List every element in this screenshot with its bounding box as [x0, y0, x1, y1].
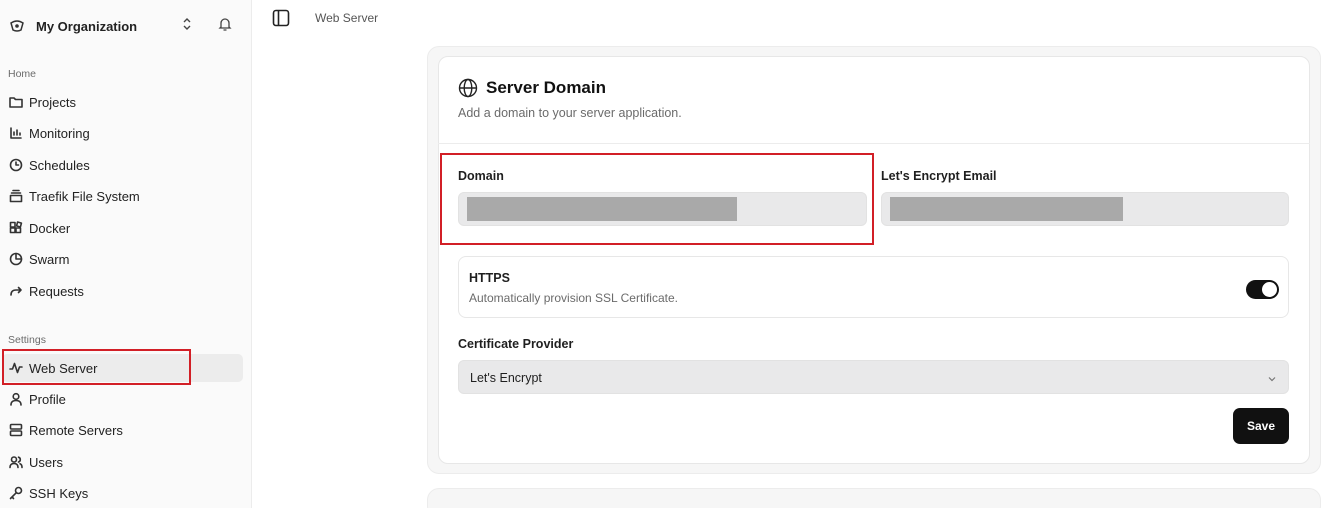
email-input[interactable]	[881, 192, 1289, 226]
https-setting	[458, 256, 1289, 318]
certificate-provider-label: Certificate Provider	[458, 337, 574, 351]
sidebar-item-label: SSH Keys	[29, 485, 89, 501]
redacted-value	[890, 197, 1123, 221]
sidebar-item-label: Docker	[29, 220, 71, 236]
sidebar-item-users[interactable]: Users	[2, 448, 243, 476]
users-icon	[8, 455, 23, 470]
sidebar-item-label: Remote Servers	[29, 422, 123, 438]
sidebar-item-label: Monitoring	[29, 125, 90, 141]
org-switcher[interactable]: My Organization	[8, 12, 244, 40]
card-description: Add a domain to your server application.	[458, 106, 682, 120]
chevron-down-icon	[1266, 372, 1278, 384]
sidebar-item-requests[interactable]: Requests	[2, 277, 243, 305]
sidebar-item-label: Projects	[29, 94, 76, 110]
next-card	[427, 488, 1321, 508]
card-divider	[438, 143, 1310, 144]
sidebar-toggle-icon[interactable]	[272, 9, 290, 27]
chevron-up-down-icon[interactable]	[182, 17, 198, 35]
arrow-icon	[8, 284, 23, 299]
sidebar-item-swarm[interactable]: Swarm	[2, 245, 243, 273]
highlight-box-web-server	[2, 349, 191, 385]
clock-icon	[8, 158, 23, 173]
https-toggle[interactable]	[1246, 280, 1279, 299]
key-icon	[8, 486, 23, 501]
sidebar-item-label: Users	[29, 454, 63, 470]
sidebar-item-label: Profile	[29, 391, 66, 407]
docker-icon	[8, 221, 23, 236]
sidebar-item-docker[interactable]: Docker	[2, 214, 243, 242]
certificate-provider-value: Let's Encrypt	[470, 371, 542, 385]
org-name: My Organization	[36, 18, 138, 34]
sidebar: My Organization Home Projects Monitoring…	[0, 0, 252, 508]
org-logo-icon	[8, 17, 26, 35]
card-title: Server Domain	[458, 78, 606, 98]
swarm-icon	[8, 252, 23, 267]
sidebar-item-ssh-keys[interactable]: SSH Keys	[2, 479, 243, 507]
breadcrumb: Web Server	[315, 11, 379, 25]
sidebar-item-traefik-file-system[interactable]: Traefik File System	[2, 182, 243, 210]
sidebar-item-schedules[interactable]: Schedules	[2, 151, 243, 179]
file-system-icon	[8, 189, 23, 204]
section-label-settings: Settings	[8, 334, 46, 346]
user-icon	[8, 392, 23, 407]
server-icon	[8, 423, 23, 438]
sidebar-item-label: Swarm	[29, 251, 70, 267]
sidebar-item-projects[interactable]: Projects	[2, 88, 243, 116]
https-description: Automatically provision SSL Certificate.	[469, 291, 678, 305]
sidebar-item-profile[interactable]: Profile	[2, 385, 243, 413]
certificate-provider-select[interactable]: Let's Encrypt	[458, 360, 1289, 394]
globe-icon	[458, 78, 478, 98]
sidebar-item-label: Schedules	[29, 157, 90, 173]
card-title-text: Server Domain	[486, 78, 606, 97]
sidebar-item-monitoring[interactable]: Monitoring	[2, 119, 243, 147]
folder-icon	[8, 95, 23, 110]
https-title: HTTPS	[469, 271, 510, 285]
bell-icon[interactable]	[218, 17, 236, 35]
email-label: Let's Encrypt Email	[881, 169, 997, 183]
toggle-knob	[1262, 282, 1277, 297]
highlight-box-domain	[440, 153, 874, 245]
chart-icon	[8, 126, 23, 141]
sidebar-item-label: Traefik File System	[29, 188, 140, 204]
section-label-home: Home	[8, 68, 37, 80]
sidebar-item-label: Requests	[29, 283, 84, 299]
save-button[interactable]: Save	[1233, 408, 1289, 444]
sidebar-item-remote-servers[interactable]: Remote Servers	[2, 416, 243, 444]
